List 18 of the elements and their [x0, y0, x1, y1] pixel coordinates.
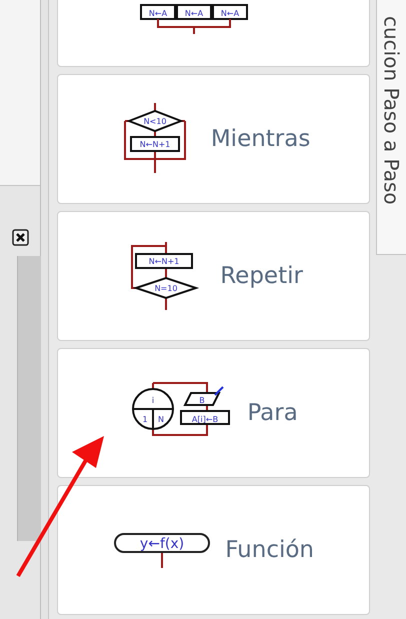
palette-card[interactable]: i B 1 N A[i]←B Para	[56, 348, 370, 478]
palette-card[interactable]: N←A N←A N←A	[56, 0, 370, 67]
flowchart-drawing: i B 1 N A[i]←B	[129, 375, 234, 451]
close-icon[interactable]	[12, 229, 29, 246]
flowchart-drawing: N<10 N←N+1	[116, 103, 197, 175]
flowchart-drawing: N←N+1 N=10	[124, 240, 206, 312]
flowchart-drawing: y←f(x)	[113, 530, 212, 570]
palette-card[interactable]: N←N+1 N=10 Repetir	[56, 211, 370, 341]
palette-card[interactable]: y←f(x) Función	[56, 485, 370, 615]
splitter-bar[interactable]	[41, 0, 49, 619]
palette-card[interactable]: N<10 N←N+1 Mientras	[56, 74, 370, 204]
side-tab[interactable]: cucion Paso a Paso	[376, 0, 406, 255]
card-label: Mientras	[210, 126, 310, 152]
scrollbar[interactable]	[17, 256, 41, 541]
card-label: Repetir	[220, 263, 303, 289]
card-label: Para	[247, 400, 298, 426]
card-label: Función	[225, 537, 314, 563]
flowchart-drawing: N←A N←A N←A	[138, 4, 249, 34]
